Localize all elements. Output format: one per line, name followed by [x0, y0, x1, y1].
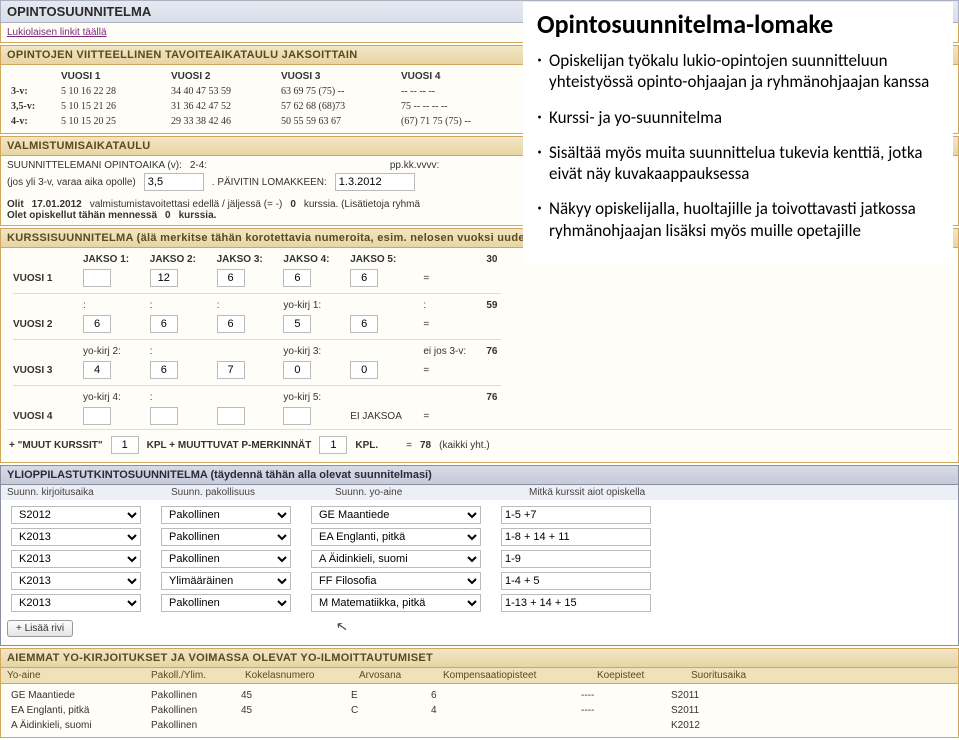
kirjoitusaika-select[interactable]: S2012	[11, 506, 141, 524]
table-row: 4-v: 5 10 15 20 25 29 33 38 42 46 50 55 …	[7, 114, 507, 129]
jakso-input[interactable]	[283, 315, 311, 333]
pakollisuus-select[interactable]: Pakollinen	[161, 506, 291, 524]
previous-yo-pane: AIEMMAT YO-KIRJOITUKSET JA VOIMASSA OLEV…	[0, 648, 959, 738]
jakso-input[interactable]	[150, 269, 178, 287]
jakso-input[interactable]	[83, 315, 111, 333]
pakollisuus-select[interactable]: Pakollinen	[161, 594, 291, 612]
kurssit-input[interactable]	[501, 572, 651, 590]
jakso-input[interactable]	[83, 407, 111, 425]
jakso-input[interactable]	[83, 269, 111, 287]
muut-kurssit-input[interactable]	[111, 436, 139, 454]
table-row: VUOSI 1 =	[7, 267, 507, 289]
yo-plan-table: S2012 Pakollinen GE Maantiede K2013 Pakollin…	[7, 504, 952, 614]
label-ppkkvvvv: pp.kk.vvvv:	[390, 160, 439, 171]
jakso-input[interactable]	[217, 315, 245, 333]
callout-item: Sisältää myös muita suunnittelua tukevia…	[537, 142, 941, 185]
jakso-input[interactable]	[283, 361, 311, 379]
add-row-button[interactable]: + Lisää rivi	[7, 620, 73, 637]
table-row: K2013 Ylimääräinen FF Filosofia	[7, 570, 952, 592]
pakollisuus-select[interactable]: Ylimääräinen	[161, 572, 291, 590]
kirjoitusaika-select[interactable]: K2013	[11, 528, 141, 546]
table-row: yo-kirj 2: : yo-kirj 3: ei jos 3-v: 76	[7, 344, 507, 359]
jakso-input[interactable]	[150, 407, 178, 425]
p-merkinnat-input[interactable]	[319, 436, 347, 454]
cursor-icon: ↖	[334, 617, 349, 636]
kurssit-input[interactable]	[501, 594, 651, 612]
table-row: A Äidinkieli, suomiPakollinenK2012	[7, 718, 952, 733]
kirjoitusaika-select[interactable]: K2013	[11, 550, 141, 568]
table-row: EA Englanti, pitkäPakollinen45C4----S201…	[7, 703, 952, 718]
kurssit-input[interactable]	[501, 550, 651, 568]
yo-aine-select[interactable]: FF Filosofia	[311, 572, 481, 590]
jakso-input[interactable]	[350, 361, 378, 379]
jakso-input[interactable]	[150, 315, 178, 333]
previous-yo-title: AIEMMAT YO-KIRJOITUKSET JA VOIMASSA OLEV…	[1, 649, 958, 668]
pakollisuus-select[interactable]: Pakollinen	[161, 528, 291, 546]
table-row: yo-kirj 4: : yo-kirj 5: 76	[7, 390, 507, 405]
label-opolle: (jos yli 3-v, varaa aika opolle)	[7, 177, 136, 188]
jakso-input[interactable]	[350, 269, 378, 287]
pakollisuus-select[interactable]: Pakollinen	[161, 550, 291, 568]
slide-callout: Opintosuunnitelma-lomake Opiskelijan työ…	[523, 2, 953, 265]
jakso-input[interactable]	[150, 361, 178, 379]
callout-item: Opiskelijan työkalu lukio-opintojen suun…	[537, 50, 941, 93]
callout-item: Näkyy opiskelijalla, huoltajille ja toiv…	[537, 198, 941, 241]
table-row: S2012 Pakollinen GE Maantiede	[7, 504, 952, 526]
kirjoitusaika-select[interactable]: K2013	[11, 572, 141, 590]
table-row: 3,5-v: 5 10 15 21 26 31 36 42 47 52 57 6…	[7, 99, 507, 114]
jakso-input[interactable]	[83, 361, 111, 379]
kurssit-input[interactable]	[501, 528, 651, 546]
jakso-input[interactable]	[350, 315, 378, 333]
table-row: K2013 Pakollinen M Matematiikka, pitkä	[7, 592, 952, 614]
jakso-input[interactable]	[217, 407, 245, 425]
timetable-table: VUOSI 1 VUOSI 2 VUOSI 3 VUOSI 4 3-v: 5 1…	[7, 69, 507, 129]
yo-aine-select[interactable]: EA Englanti, pitkä	[311, 528, 481, 546]
lukiolaisen-linkki[interactable]: Lukiolaisen linkit täällä	[7, 27, 107, 38]
yo-plan-subhead: Suunn. kirjoitusaika Suunn. pakollisuus …	[1, 485, 958, 500]
yo-aine-select[interactable]: A Äidinkieli, suomi	[311, 550, 481, 568]
yo-aine-select[interactable]: GE Maantiede	[311, 506, 481, 524]
yo-plan-title: YLIOPPILASTUTKINTOSUUNNITELMA (täydennä …	[1, 466, 958, 485]
table-row: 3-v: 5 10 16 22 28 34 40 47 53 59 63 69 …	[7, 84, 507, 99]
label-opintoaika: SUUNNITTELEMANI OPINTOAIKA (v):	[7, 160, 182, 171]
callout-item: Kurssi- ja yo-suunnitelma	[537, 107, 941, 128]
pvm-input[interactable]	[335, 173, 415, 191]
jakso-input[interactable]	[217, 361, 245, 379]
jakso-input[interactable]	[283, 269, 311, 287]
previous-yo-subhead: Yo-aine Pakoll./Ylim. Kokelasnumero Arvo…	[1, 668, 958, 684]
jakso-input[interactable]	[217, 269, 245, 287]
previous-yo-table: GE MaantiedePakollinen45E6----S2011EA En…	[7, 688, 952, 733]
opintoaika-input[interactable]	[144, 173, 204, 191]
yo-exam-plan-pane: YLIOPPILASTUTKINTOSUUNNITELMA (täydennä …	[0, 465, 959, 646]
kurssit-input[interactable]	[501, 506, 651, 524]
table-row: GE MaantiedePakollinen45E6----S2011	[7, 688, 952, 703]
table-row: ::: yo-kirj 1:: 59	[7, 298, 507, 313]
callout-title: Opintosuunnitelma-lomake	[537, 8, 941, 40]
kirjoitusaika-select[interactable]: K2013	[11, 594, 141, 612]
yo-aine-select[interactable]: M Matematiikka, pitkä	[311, 594, 481, 612]
jakso-input[interactable]	[283, 407, 311, 425]
label-paivitin: . PÄIVITIN LOMAKKEEN:	[212, 177, 327, 188]
table-row: K2013 Pakollinen A Äidinkieli, suomi	[7, 548, 952, 570]
table-row: K2013 Pakollinen EA Englanti, pitkä	[7, 526, 952, 548]
